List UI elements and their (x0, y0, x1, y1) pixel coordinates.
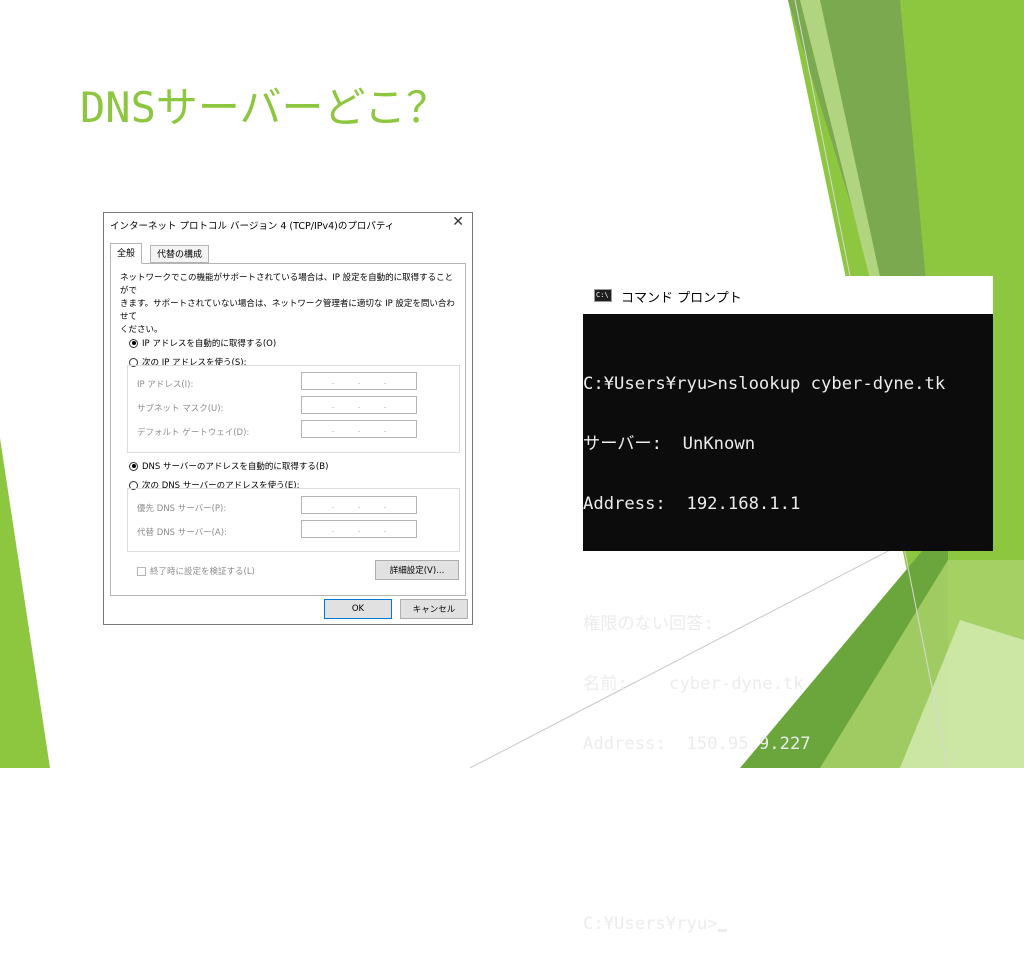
default-gateway-label: デフォルト ゲートウェイ(D): (137, 428, 250, 438)
cmd-prompt: C:¥Users¥ryu> (583, 914, 718, 934)
description-text: ネットワークでこの機能がサポートされている場合は、IP 設定を自動的に取得するこ… (120, 272, 460, 337)
cmd-line: 名前: cyber-dyne.tk (583, 674, 804, 694)
dialog-title: インターネット プロトコル バージョン 4 (TCP/IPv4)のプロパティ (110, 221, 395, 232)
dns-auto-radio[interactable]: DNS サーバーのアドレスを自動的に取得する(B) (129, 460, 328, 472)
dns-auto-label: DNS サーバーのアドレスを自動的に取得する(B) (142, 462, 329, 472)
tab-general[interactable]: 全般 (110, 243, 143, 264)
cmd-line: Address: 192.168.1.1 (583, 494, 801, 514)
subnet-mask-label: サブネット マスク(U): (137, 404, 224, 414)
validate-label: 終了時に設定を検証する(L) (150, 567, 255, 577)
ok-button[interactable]: OK (324, 599, 392, 619)
cmd-line (583, 554, 945, 574)
description-line: きます。サポートされていない場合は、ネットワーク管理者に適切な IP 設定を問い… (120, 299, 455, 322)
alternate-dns-field[interactable]: ... (301, 520, 417, 538)
cmd-line: サーバー: UnKnown (583, 434, 756, 454)
general-panel: ネットワークでこの機能がサポートされている場合は、IP 設定を自動的に取得するこ… (110, 263, 466, 596)
tab-alternate-config[interactable]: 代替の構成 (150, 245, 210, 263)
validate-checkbox[interactable]: 終了時に設定を検証する(L) (137, 565, 255, 577)
close-icon[interactable]: ✕ (452, 214, 464, 230)
left-green-shape (0, 438, 50, 768)
cancel-button[interactable]: キャンセル (400, 599, 468, 619)
command-prompt-window: C:\ コマンド プロンプト C:¥Users¥ryu>nslookup cyb… (583, 276, 993, 934)
preferred-dns-field[interactable]: ... (301, 496, 417, 514)
default-gateway-field[interactable]: ... (301, 420, 417, 438)
preferred-dns-label: 優先 DNS サーバー(P): (137, 504, 227, 514)
terminal-icon: C:\ (594, 289, 612, 302)
subnet-mask-field[interactable]: ... (301, 396, 417, 414)
advanced-button[interactable]: 詳細設定(V)... (375, 560, 459, 580)
ip-auto-radio[interactable]: IP アドレスを自動的に取得する(O) (129, 337, 276, 349)
slide-title: DNSサーバーどこ？ (80, 83, 449, 132)
radio-selected-icon (129, 461, 138, 471)
description-line: ネットワークでこの機能がサポートされている場合は、IP 設定を自動的に取得するこ… (120, 273, 454, 296)
cmd-line (583, 794, 945, 814)
tcpip-properties-dialog: インターネット プロトコル バージョン 4 (TCP/IPv4)のプロパティ ✕… (103, 212, 473, 625)
cmd-line (583, 854, 945, 874)
cmd-output[interactable]: C:¥Users¥ryu>nslookup cyber-dyne.tk サーバー… (583, 334, 945, 974)
radio-selected-icon (129, 338, 138, 348)
cursor (717, 929, 727, 932)
cmd-titlebar: C:\ コマンド プロンプト (583, 276, 993, 314)
cmd-prompt-line: C:¥Users¥ryu> (583, 914, 945, 934)
checkbox-icon (137, 566, 146, 576)
alternate-dns-label: 代替 DNS サーバー(A): (137, 528, 227, 538)
ip-auto-label: IP アドレスを自動的に取得する(O) (142, 339, 277, 349)
cmd-line: 権限のない回答: (583, 614, 714, 634)
cmd-line: C:¥Users¥ryu>nslookup cyber-dyne.tk (583, 374, 946, 394)
cmd-line: Address: 150.95.9.227 (583, 734, 811, 754)
cmd-title: コマンド プロンプト (621, 291, 742, 306)
ip-address-field[interactable]: ... (301, 372, 417, 390)
ip-address-label: IP アドレス(I): (137, 380, 194, 390)
description-line: ください。 (120, 325, 163, 335)
